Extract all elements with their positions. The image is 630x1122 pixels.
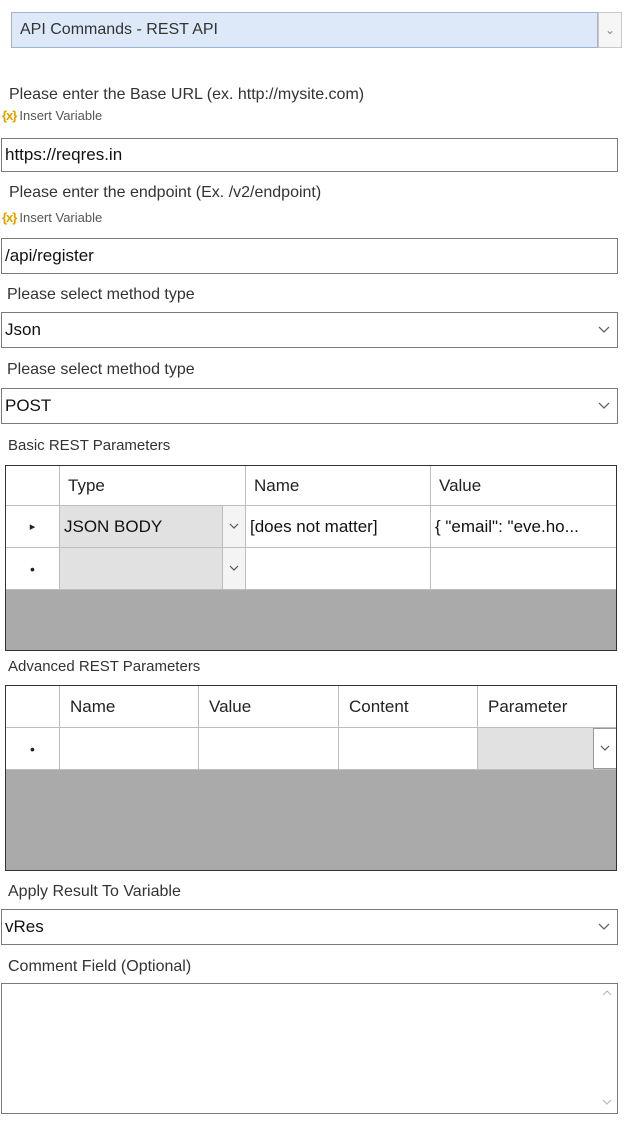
variable-icon: {x} bbox=[2, 108, 17, 123]
command-selector-value: API Commands - REST API bbox=[20, 21, 218, 38]
comment-scrollbar[interactable] bbox=[597, 984, 617, 1113]
method-value: POST bbox=[5, 396, 52, 415]
chevron-down-icon bbox=[591, 326, 617, 334]
column-header-name[interactable]: Name bbox=[246, 466, 431, 506]
result-variable-select[interactable]: vRes bbox=[1, 909, 618, 945]
request-format-label: Please select method type bbox=[7, 286, 195, 303]
base-url-input[interactable]: https://reqres.in bbox=[1, 138, 618, 172]
insert-variable-text: Insert Variable bbox=[19, 210, 103, 225]
basic-params-label: Basic REST Parameters bbox=[8, 437, 171, 454]
column-header-type[interactable]: Type bbox=[60, 466, 246, 506]
chevron-down-icon bbox=[591, 923, 617, 931]
chevron-down-icon[interactable] bbox=[222, 506, 245, 547]
type-cell[interactable] bbox=[60, 548, 246, 590]
endpoint-input[interactable]: /api/register bbox=[1, 238, 618, 274]
base-url-label: Please enter the Base URL (ex. http://my… bbox=[9, 86, 365, 103]
column-header-parameter[interactable]: Parameter bbox=[478, 686, 616, 728]
scroll-up-icon[interactable] bbox=[602, 988, 612, 999]
row-header-new[interactable]: • bbox=[6, 728, 60, 770]
request-format-value: Json bbox=[5, 320, 41, 339]
method-label: Please select method type bbox=[7, 361, 195, 378]
basic-params-grid[interactable]: Type Name Value ▸ JSON BODY [does not ma… bbox=[5, 465, 617, 651]
command-selector-dropdown-button[interactable]: ⌄ bbox=[598, 12, 622, 48]
content-cell[interactable] bbox=[339, 728, 478, 770]
name-cell[interactable] bbox=[246, 548, 431, 590]
endpoint-value: /api/register bbox=[5, 246, 94, 265]
chevron-down-icon[interactable] bbox=[593, 728, 616, 769]
chevron-down-icon: ⌄ bbox=[604, 23, 616, 37]
grid-corner bbox=[6, 466, 60, 506]
base-url-insert-variable-link[interactable]: {x} Insert Variable bbox=[2, 108, 102, 123]
request-format-select[interactable]: Json bbox=[1, 312, 618, 348]
chevron-down-icon bbox=[591, 402, 617, 410]
scroll-down-icon[interactable] bbox=[602, 1098, 612, 1109]
result-variable-value: vRes bbox=[5, 917, 44, 936]
method-select[interactable]: POST bbox=[1, 388, 618, 424]
name-cell[interactable] bbox=[60, 728, 199, 770]
chevron-down-icon[interactable] bbox=[222, 548, 245, 589]
type-cell-value: JSON BODY bbox=[64, 516, 163, 536]
value-cell[interactable] bbox=[431, 548, 616, 590]
column-header-name[interactable]: Name bbox=[60, 686, 199, 728]
value-cell[interactable]: { "email": "eve.ho... bbox=[431, 506, 616, 548]
row-header-new[interactable]: • bbox=[6, 548, 60, 590]
column-header-value[interactable]: Value bbox=[199, 686, 339, 728]
advanced-params-grid[interactable]: Name Value Content Parameter • bbox=[5, 685, 617, 871]
type-cell[interactable]: JSON BODY bbox=[60, 506, 246, 548]
grid-corner bbox=[6, 686, 60, 728]
comment-textarea[interactable] bbox=[1, 983, 618, 1114]
value-cell[interactable] bbox=[199, 728, 339, 770]
name-cell[interactable]: [does not matter] bbox=[246, 506, 431, 548]
result-variable-label: Apply Result To Variable bbox=[8, 883, 181, 900]
column-header-value[interactable]: Value bbox=[431, 466, 616, 506]
command-selector[interactable]: API Commands - REST API bbox=[11, 12, 598, 48]
row-header-current[interactable]: ▸ bbox=[6, 506, 60, 548]
insert-variable-text: Insert Variable bbox=[19, 108, 103, 123]
variable-icon: {x} bbox=[2, 210, 17, 225]
advanced-params-label: Advanced REST Parameters bbox=[8, 658, 201, 675]
endpoint-label: Please enter the endpoint (Ex. /v2/endpo… bbox=[9, 184, 322, 201]
comment-label: Comment Field (Optional) bbox=[8, 958, 192, 975]
parameter-cell[interactable] bbox=[478, 728, 616, 770]
column-header-content[interactable]: Content bbox=[339, 686, 478, 728]
endpoint-insert-variable-link[interactable]: {x} Insert Variable bbox=[2, 210, 102, 225]
base-url-value: https://reqres.in bbox=[5, 145, 123, 164]
